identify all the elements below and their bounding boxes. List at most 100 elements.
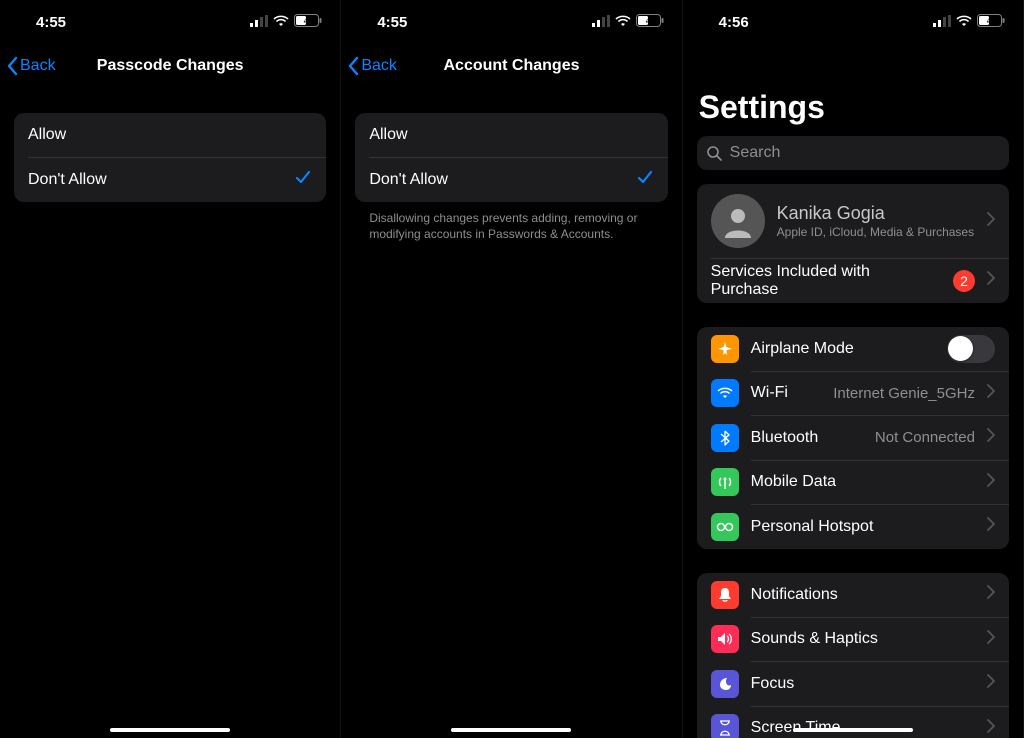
person-icon: [721, 204, 755, 238]
notifications-row[interactable]: Notifications: [697, 573, 1009, 617]
status-right: 47: [250, 14, 322, 31]
status-right: 47: [592, 14, 664, 31]
option-dont-allow-label: Don't Allow: [369, 171, 448, 189]
hourglass-icon: [711, 714, 739, 738]
services-badge: 2: [953, 270, 975, 292]
hotspot-icon: [711, 513, 739, 541]
chevron-left-icon: [6, 56, 18, 76]
wifi-row[interactable]: Wi-Fi Internet Genie_5GHz: [697, 371, 1009, 415]
option-dont-allow[interactable]: Don't Allow: [14, 158, 326, 202]
status-bar: 4:55 47: [0, 0, 340, 44]
hotspot-label: Personal Hotspot: [751, 518, 975, 536]
option-allow-label: Allow: [28, 126, 66, 144]
search-input[interactable]: Search: [697, 136, 1009, 170]
wifi-icon: [956, 14, 972, 31]
mobile-label: Mobile Data: [751, 473, 975, 491]
avatar: [711, 194, 765, 248]
screen-settings: 4:56 47 Settings Search Kanika Gogia App…: [683, 0, 1024, 738]
back-button[interactable]: Back: [341, 56, 397, 76]
nav-bar: Back Passcode Changes: [0, 44, 340, 88]
bluetooth-value: Not Connected: [875, 429, 975, 446]
services-label: Services Included with Purchase: [711, 263, 941, 299]
moon-icon: [711, 670, 739, 698]
home-indicator[interactable]: [451, 728, 571, 732]
profile-sub: Apple ID, iCloud, Media & Purchases: [777, 225, 975, 239]
signal-icon: [933, 14, 951, 31]
wifi-icon: [273, 14, 289, 31]
sounds-label: Sounds & Haptics: [751, 630, 975, 648]
screen-passcode-changes: 4:55 47 Back Passcode Changes Allow Don'…: [0, 0, 341, 738]
airplane-toggle[interactable]: [947, 335, 995, 363]
chevron-right-icon: [987, 517, 995, 536]
bell-icon: [711, 581, 739, 609]
services-row[interactable]: Services Included with Purchase 2: [697, 259, 1009, 303]
sounds-row[interactable]: Sounds & Haptics: [697, 617, 1009, 661]
status-time: 4:55: [377, 14, 407, 31]
signal-icon: [592, 14, 610, 31]
bluetooth-icon: [711, 424, 739, 452]
alerts-group: Notifications Sounds & Haptics Focus Scr…: [697, 573, 1009, 738]
profile-row[interactable]: Kanika Gogia Apple ID, iCloud, Media & P…: [697, 184, 1009, 258]
wifi-label: Wi-Fi: [751, 384, 822, 402]
back-button[interactable]: Back: [0, 56, 56, 76]
svg-text:47: 47: [304, 15, 313, 25]
profile-group: Kanika Gogia Apple ID, iCloud, Media & P…: [697, 184, 1009, 303]
option-allow-label: Allow: [369, 126, 407, 144]
home-indicator[interactable]: [110, 728, 230, 732]
chevron-right-icon: [987, 674, 995, 693]
screen-account-changes: 4:55 47 Back Account Changes Allow Don't…: [341, 0, 682, 738]
connectivity-group: Airplane Mode Wi-Fi Internet Genie_5GHz …: [697, 327, 1009, 549]
chevron-right-icon: [987, 473, 995, 492]
chevron-right-icon: [987, 585, 995, 604]
search-placeholder: Search: [730, 144, 781, 162]
profile-name: Kanika Gogia: [777, 203, 975, 224]
chevron-right-icon: [987, 428, 995, 447]
chevron-right-icon: [987, 271, 995, 290]
options-group: Allow Don't Allow: [14, 113, 326, 202]
hotspot-row[interactable]: Personal Hotspot: [697, 505, 1009, 549]
home-indicator[interactable]: [793, 728, 913, 732]
checkmark-icon: [294, 168, 312, 191]
battery-icon: 47: [977, 14, 1005, 31]
focus-label: Focus: [751, 675, 975, 693]
status-right: 47: [933, 14, 1005, 31]
chevron-right-icon: [987, 719, 995, 738]
search-icon: [707, 146, 722, 161]
status-time: 4:55: [36, 14, 66, 31]
option-dont-allow-label: Don't Allow: [28, 171, 107, 189]
mobile-data-row[interactable]: Mobile Data: [697, 460, 1009, 504]
chevron-right-icon: [987, 630, 995, 649]
antenna-icon: [711, 468, 739, 496]
screentime-row[interactable]: Screen Time: [697, 706, 1009, 738]
bluetooth-label: Bluetooth: [751, 429, 863, 447]
back-label: Back: [20, 57, 56, 75]
option-dont-allow[interactable]: Don't Allow: [355, 158, 667, 202]
airplane-label: Airplane Mode: [751, 340, 935, 358]
svg-text:47: 47: [987, 15, 996, 25]
nav-bar: Back Account Changes: [341, 44, 681, 88]
battery-icon: 47: [636, 14, 664, 31]
chevron-right-icon: [987, 384, 995, 403]
signal-icon: [250, 14, 268, 31]
bluetooth-row[interactable]: Bluetooth Not Connected: [697, 416, 1009, 460]
svg-text:47: 47: [645, 15, 654, 25]
wifi-value: Internet Genie_5GHz: [833, 385, 975, 402]
notifications-label: Notifications: [751, 586, 975, 604]
options-group: Allow Don't Allow: [355, 113, 667, 202]
airplane-icon: [711, 335, 739, 363]
option-allow[interactable]: Allow: [14, 113, 326, 157]
footer-note: Disallowing changes prevents adding, rem…: [341, 202, 681, 242]
wifi-icon: [615, 14, 631, 31]
speaker-icon: [711, 625, 739, 653]
battery-icon: 47: [294, 14, 322, 31]
airplane-row[interactable]: Airplane Mode: [697, 327, 1009, 371]
chevron-right-icon: [987, 212, 995, 231]
back-label: Back: [361, 57, 397, 75]
page-title: Settings: [683, 44, 1023, 132]
option-allow[interactable]: Allow: [355, 113, 667, 157]
status-time: 4:56: [719, 14, 749, 31]
checkmark-icon: [636, 168, 654, 191]
focus-row[interactable]: Focus: [697, 662, 1009, 706]
profile-text: Kanika Gogia Apple ID, iCloud, Media & P…: [777, 203, 975, 239]
status-bar: 4:56 47: [683, 0, 1023, 44]
